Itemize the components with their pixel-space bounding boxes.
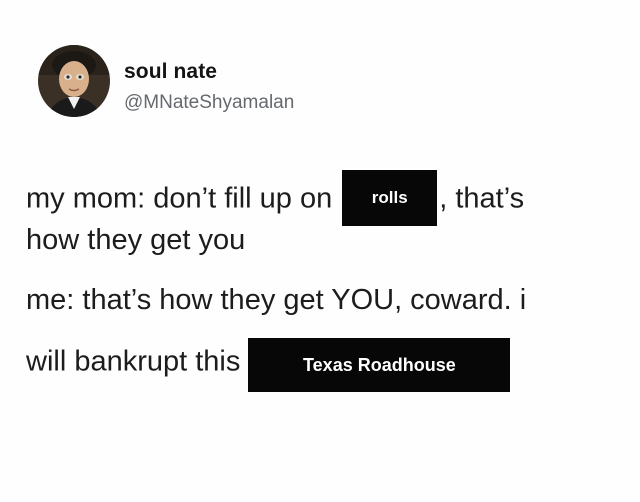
avatar[interactable] (38, 45, 110, 117)
line1-text-after: , that’s (439, 182, 525, 215)
redaction-box-texas-roadhouse: Texas Roadhouse (248, 338, 511, 392)
tweet-text-line-3: me: that’s how they get YOU, coward. i (26, 284, 527, 316)
redaction-box-rolls: rolls (342, 170, 438, 226)
tweet-text-line-2: how they get you (26, 224, 246, 256)
tweet-text-line-1: my mom: don’t fill up on rolls, that’s (26, 170, 525, 228)
avatar-portrait-icon (38, 45, 110, 117)
user-handle[interactable]: @MNateShyamalan (124, 92, 294, 114)
display-name[interactable]: soul nate (124, 60, 217, 84)
tweet-card: soul nate @MNateShyamalan my mom: don’t … (0, 0, 640, 502)
tweet-text-line-4: will bankrupt this Texas Roadhouse (26, 336, 511, 392)
line4-text-before: will bankrupt this (26, 345, 241, 378)
line1-text-before: my mom: don’t fill up on (26, 182, 333, 215)
